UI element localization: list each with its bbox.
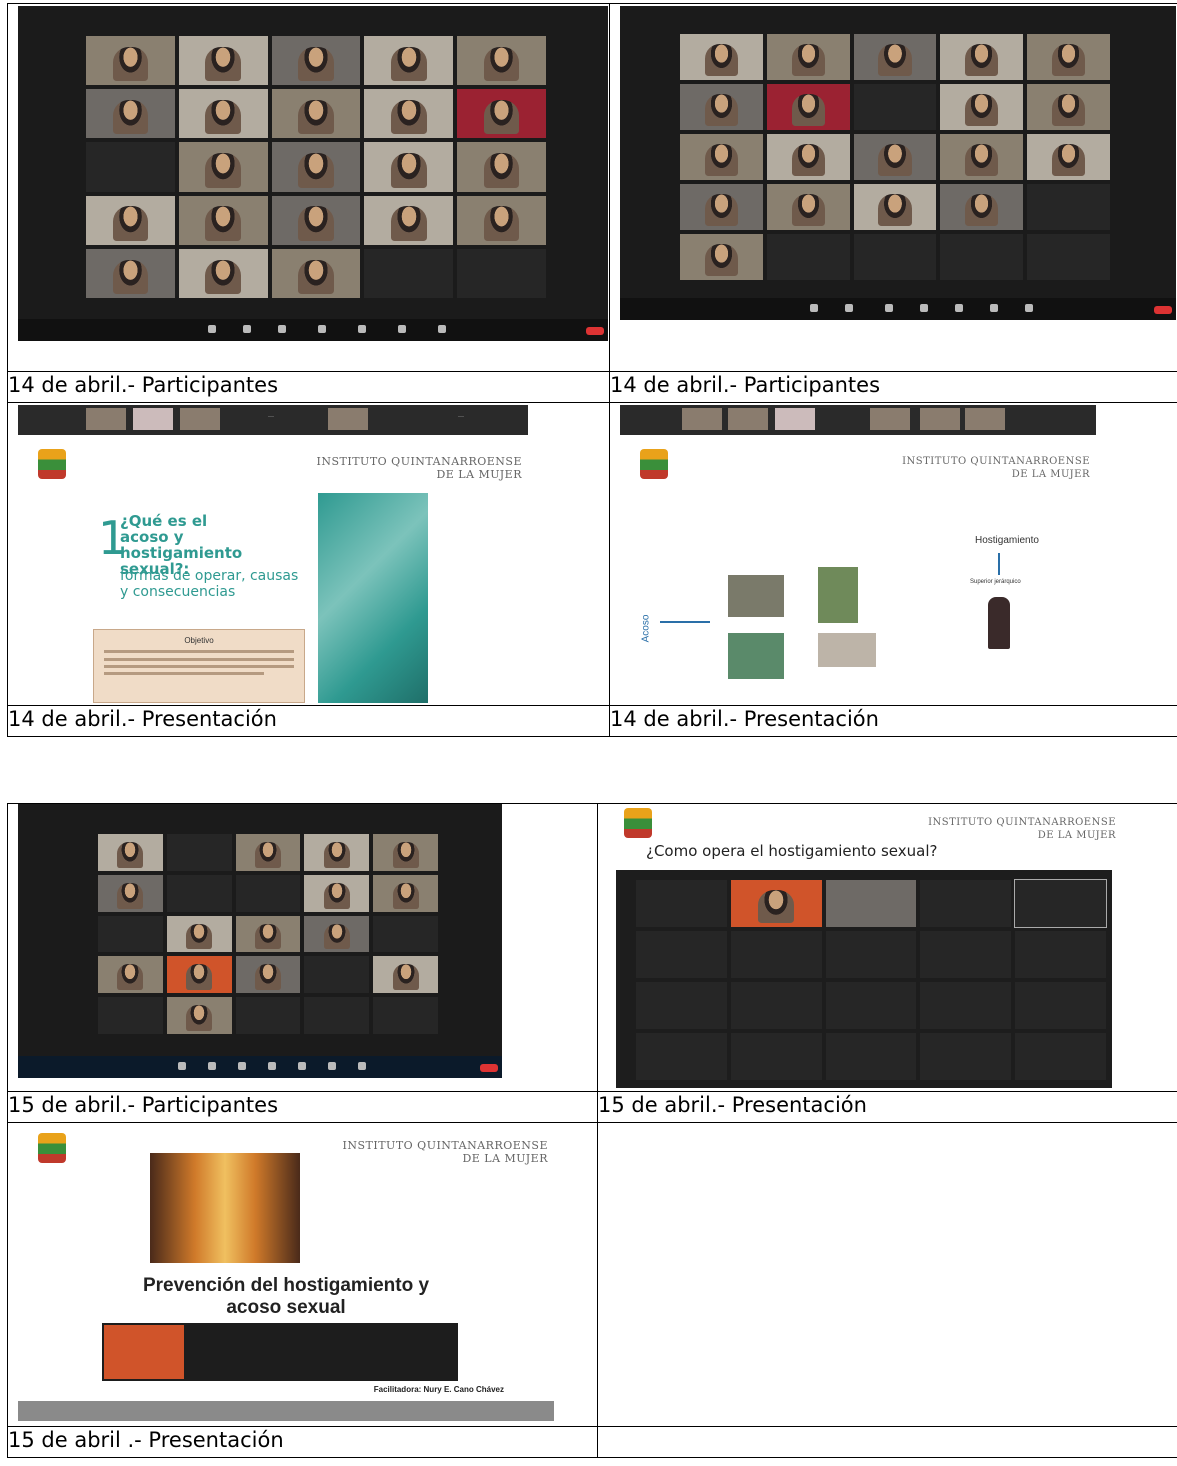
photo-table-15-abril: INSTITUTO QUINTANARROENSE DE LA MUJER ¿Co… (7, 803, 1177, 1458)
caption: 14 de abril.- Presentación (609, 705, 1177, 737)
photo (728, 633, 784, 679)
cell-zoom-2 (609, 3, 1177, 372)
photo-table-14-abril: 14 de abril.- Participantes 14 de abril.… (7, 3, 1177, 737)
cell-empty (597, 1122, 1177, 1427)
acoso-label: Acoso (640, 614, 652, 643)
cell-zoom-1 (7, 3, 610, 372)
photo (818, 567, 858, 623)
slide-que-es-acoso: ··· ··· INSTITUTO QUINTANARROENSE DE LA MU… (18, 405, 528, 703)
cell-zoom-3 (7, 803, 598, 1092)
cell-slide-c: INSTITUTO QUINTANARROENSE DE LA MUJER ¿Co… (597, 803, 1177, 1092)
objective-box: Objetivo (93, 629, 305, 703)
caption: 14 de abril.- Participantes (609, 371, 1177, 403)
slide-como-opera: INSTITUTO QUINTANARROENSE DE LA MUJER ¿Co… (606, 804, 1122, 1090)
caption: 15 de abril.- Presentación (597, 1091, 1177, 1123)
down-arrow-icon (998, 553, 1000, 575)
institute-name: INSTITUTO QUINTANARROENSE DE LA MUJER (316, 455, 522, 481)
cell-slide-b: INSTITUTO QUINTANARROENSE DE LA MUJER Aco… (609, 402, 1177, 706)
cell-empty-caption (597, 1426, 1177, 1458)
slide-acoso-hostigamiento: INSTITUTO QUINTANARROENSE DE LA MUJER Aco… (620, 405, 1096, 690)
institute-logo (38, 449, 66, 479)
caption: 14 de abril.- Participantes (7, 371, 610, 403)
zoom-screenshot-2 (620, 6, 1176, 320)
slide-footer (18, 1401, 554, 1421)
teal-photo (318, 493, 428, 703)
caption: 15 de abril.- Participantes (7, 1091, 598, 1123)
institute-name: INSTITUTO QUINTANARROENSE DE LA MUJER (902, 456, 1090, 480)
superior-label: Superior jerárquico (970, 579, 1021, 585)
institute-logo (624, 808, 652, 838)
hallway-photo (150, 1153, 300, 1263)
caption: 15 de abril .- Presentación (7, 1426, 598, 1458)
arrow-icon (660, 621, 710, 623)
photo (728, 575, 784, 617)
hostigamiento-label: Hostigamiento (975, 535, 1039, 546)
zoom-screenshot-3 (18, 804, 502, 1078)
institute-logo (38, 1133, 66, 1163)
slide-question: ¿Como opera el hostigamiento sexual? (646, 842, 938, 860)
slide-prevencion: INSTITUTO QUINTANARROENSE DE LA MUJER Pre… (18, 1125, 554, 1421)
figure-photo (988, 597, 1010, 649)
slide-title: Prevención del hostigamiento y acoso sexu… (142, 1275, 430, 1318)
facilitator: Facilitadora: Nury E. Cano Chávez (373, 1385, 504, 1394)
slide-subtitle: formas de operar, causas y consecuencias (120, 568, 299, 600)
institute-name: INSTITUTO QUINTANARROENSE DE LA MUJER (928, 817, 1116, 841)
zoom-toolbar (620, 298, 1176, 320)
zoom-gallery (616, 870, 1112, 1088)
zoom-strip (102, 1323, 458, 1381)
caption: 14 de abril.- Presentación (7, 705, 610, 737)
institute-name: INSTITUTO QUINTANARROENSE DE LA MUJER (342, 1139, 548, 1165)
institute-logo (640, 449, 668, 479)
zoom-toolbar (18, 319, 608, 341)
zoom-screenshot-1 (18, 6, 608, 341)
windows-taskbar (18, 1056, 502, 1078)
cell-slide-d: INSTITUTO QUINTANARROENSE DE LA MUJER Pre… (7, 1122, 598, 1427)
photo (818, 633, 876, 667)
cell-slide-a: ··· ··· INSTITUTO QUINTANARROENSE DE LA MU… (7, 402, 610, 706)
